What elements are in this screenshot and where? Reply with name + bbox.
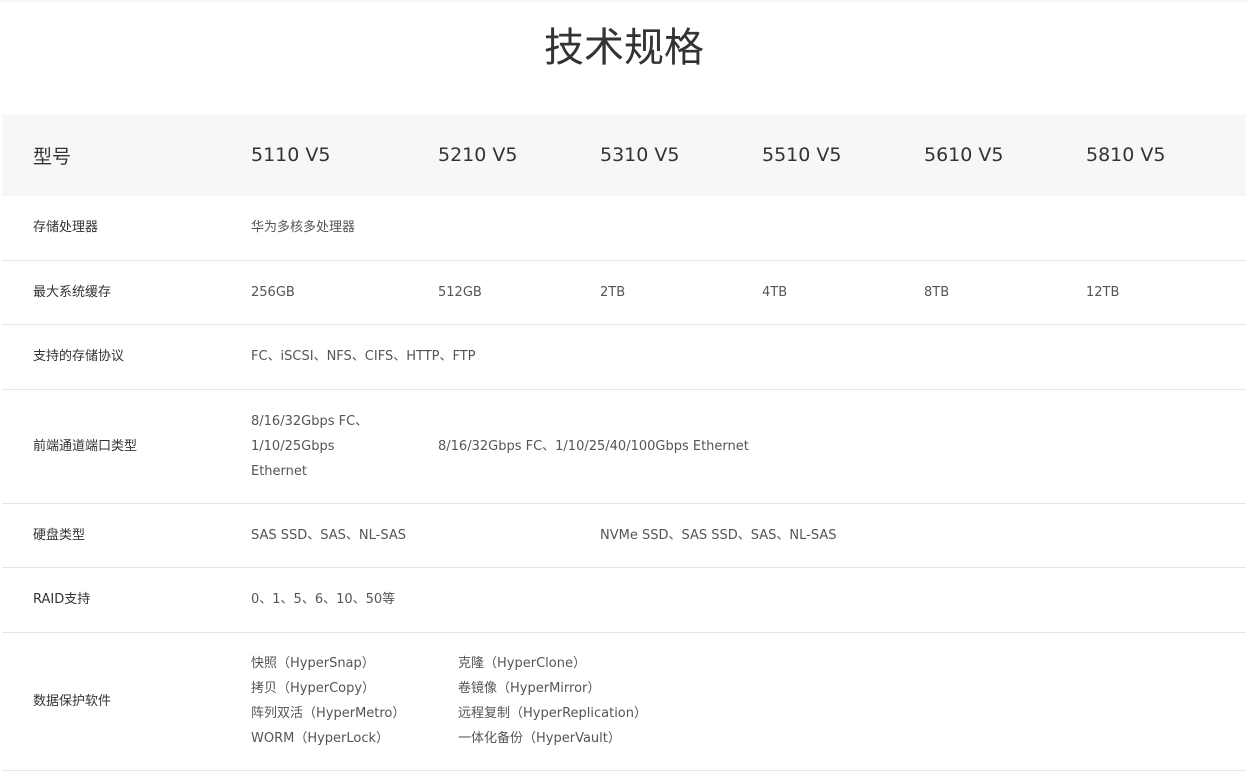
frontend-5110-line: Ethernet [251, 463, 307, 479]
page-title: 技术规格 [544, 25, 704, 71]
frontend-5110: 8/16/32Gbps FC、 1/10/25Gbps Ethernet [251, 389, 438, 504]
table-row-protocols: 支持的存储协议 FC、iSCSI、NFS、CIFS、HTTP、FTP [2, 324, 1246, 390]
cache-5310: 2TB [600, 260, 762, 325]
protection-item: 卷镜像（HyperMirror） [458, 681, 601, 696]
spec-page: 技术规格 型号 5110 V5 5210 V5 5310 V5 5510 V5 … [0, 0, 1248, 780]
cache-5610: 8TB [924, 260, 1086, 325]
table-row-processor: 存储处理器 华为多核多处理器 [2, 196, 1246, 261]
disk-high: NVMe SSD、SAS SSD、SAS、NL-SAS [600, 503, 1246, 568]
table-row-raid: RAID支持 0、1、5、6、10、50等 [2, 567, 1246, 633]
model-5510: 5510 V5 [762, 144, 842, 166]
protocols-value: FC、iSCSI、NFS、CIFS、HTTP、FTP [251, 324, 1246, 390]
protection-value: 快照（HyperSnap） 克隆（HyperClone） 拷贝（HyperCop… [251, 632, 1246, 771]
row-label-frontend: 前端通道端口类型 [2, 389, 251, 504]
table-row-frontend: 前端通道端口类型 8/16/32Gbps FC、 1/10/25Gbps Eth… [2, 389, 1246, 504]
table-row-disk: 硬盘类型 SAS SSD、SAS、NL-SAS NVMe SSD、SAS SSD… [2, 503, 1246, 568]
protection-item: 快照（HyperSnap） [251, 656, 375, 671]
protection-item: 拷贝（HyperCopy） [251, 681, 376, 696]
row-label-cache: 最大系统缓存 [2, 260, 251, 325]
row-label-raid: RAID支持 [2, 567, 251, 633]
protection-item: 远程复制（HyperReplication） [458, 706, 648, 721]
protection-list: 快照（HyperSnap） 克隆（HyperClone） 拷贝（HyperCop… [251, 651, 1246, 751]
raid-value: 0、1、5、6、10、50等 [251, 567, 1246, 633]
row-label-processor: 存储处理器 [2, 196, 251, 261]
row-label-protocols: 支持的存储协议 [2, 324, 251, 390]
model-5110: 5110 V5 [251, 144, 331, 166]
protection-item: 一体化备份（HyperVault） [458, 731, 621, 746]
table-row-protection: 数据保护软件 快照（HyperSnap） 克隆（HyperClone） 拷贝（H… [2, 632, 1246, 771]
table-header-row: 型号 5110 V5 5210 V5 5310 V5 5510 V5 5610 … [2, 114, 1246, 196]
processor-value: 华为多核多处理器 [251, 196, 1246, 261]
model-5210: 5210 V5 [438, 144, 518, 166]
protection-item: 阵列双活（HyperMetro） [251, 706, 406, 721]
frontend-rest: 8/16/32Gbps FC、1/10/25/40/100Gbps Ethern… [438, 389, 1246, 504]
model-5810: 5810 V5 [1086, 144, 1166, 166]
model-5610: 5610 V5 [924, 144, 1004, 166]
row-label-protection: 数据保护软件 [2, 632, 251, 771]
disk-low: SAS SSD、SAS、NL-SAS [251, 503, 600, 568]
cache-5510: 4TB [762, 260, 924, 325]
cache-5810: 12TB [1086, 260, 1246, 325]
protection-item: 克隆（HyperClone） [458, 656, 586, 671]
cache-5210: 512GB [438, 260, 600, 325]
row-label-disk: 硬盘类型 [2, 503, 251, 568]
frontend-5110-line: 1/10/25Gbps [251, 438, 335, 454]
frontend-5110-line: 8/16/32Gbps FC、 [251, 413, 369, 429]
protection-item: WORM（HyperLock） [251, 731, 390, 746]
cache-5110: 256GB [251, 260, 438, 325]
header-label: 型号 [33, 145, 72, 168]
spec-table: 型号 5110 V5 5210 V5 5310 V5 5510 V5 5610 … [2, 114, 1246, 771]
table-row-cache: 最大系统缓存 256GB 512GB 2TB 4TB 8TB 12TB [2, 260, 1246, 325]
model-5310: 5310 V5 [600, 144, 680, 166]
